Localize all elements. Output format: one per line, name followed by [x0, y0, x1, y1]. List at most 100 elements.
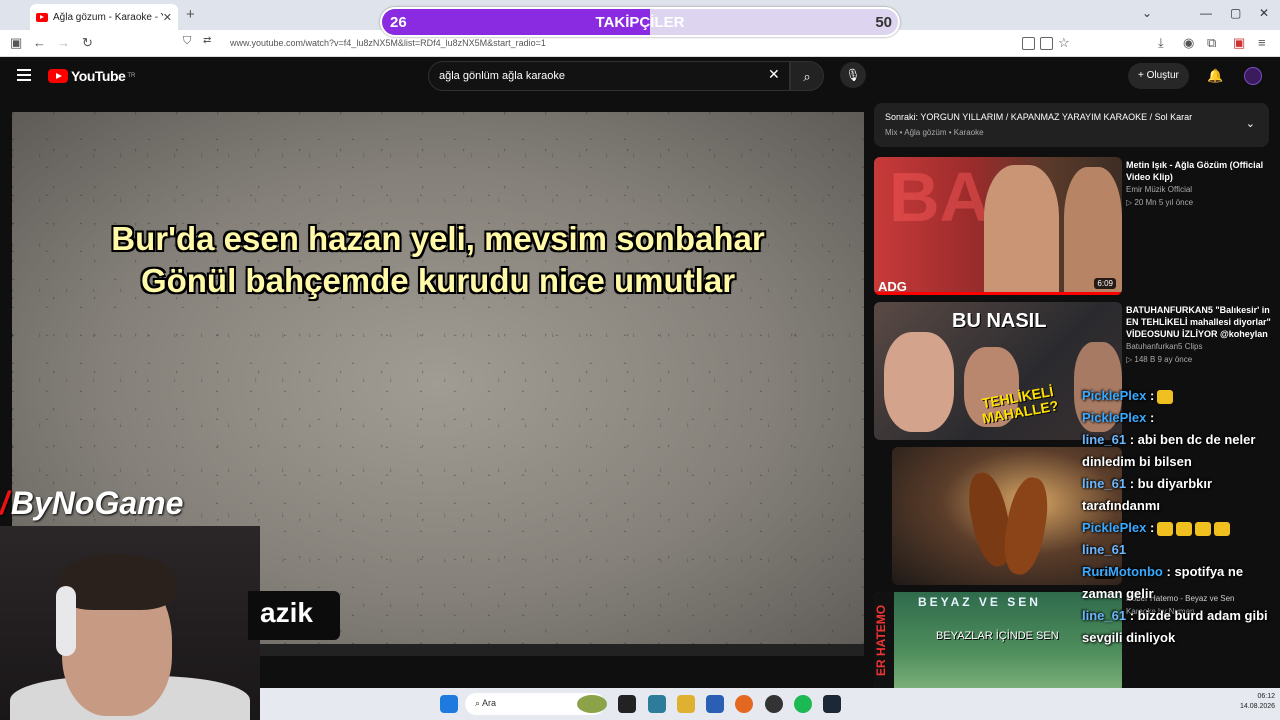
download-icon[interactable]: ⤓: [1158, 35, 1164, 51]
recommendation-info: BATUHANFURKAN5 "Balıkesir' in EN TEHLİKE…: [1126, 304, 1274, 366]
emote-icon: [1195, 521, 1212, 536]
chat-username: line_61: [1082, 432, 1127, 447]
create-label: Oluştur: [1146, 70, 1179, 81]
lyric-line-2: Gönül bahçemde kurudu nice umutlar: [140, 262, 736, 299]
firefox-icon[interactable]: [735, 695, 753, 713]
shield-icon[interactable]: ⛉: [183, 35, 191, 48]
create-button[interactable]: + Oluştur: [1128, 63, 1189, 89]
logo-text: YouTube: [71, 68, 126, 84]
store-icon[interactable]: [706, 695, 724, 713]
start-icon[interactable]: [440, 695, 458, 713]
chat-username: PicklePlex: [1082, 410, 1147, 425]
recommendation-info: Metin Işık - Ağla Gözüm (Official Video …: [1126, 159, 1274, 209]
reader-icon[interactable]: [1040, 37, 1053, 50]
chevron-down-icon[interactable]: ⌄: [1142, 6, 1152, 20]
lower-tag: azik: [248, 591, 340, 640]
new-tab-icon[interactable]: +: [186, 6, 195, 23]
close-window-icon[interactable]: ✕: [1259, 6, 1269, 20]
recommendation-item[interactable]: BA ADG 6:09 Metin Işık - Ağla Gözüm (Off…: [874, 157, 1274, 297]
chat-message: line_61 : abi ben dc de neler dinledim b…: [1082, 429, 1280, 473]
country-code: TR: [127, 73, 136, 79]
app-icon[interactable]: [765, 695, 783, 713]
hamburger-menu-icon[interactable]: [17, 69, 31, 84]
spotify-icon[interactable]: [794, 695, 812, 713]
video-thumbnail[interactable]: BA ADG 6:09: [874, 157, 1122, 295]
picture-icon[interactable]: [1022, 37, 1035, 50]
chat-message: PicklePlex :: [1082, 385, 1280, 407]
thumb-person: [1064, 167, 1122, 295]
chat-message: PicklePlex :: [1082, 407, 1280, 429]
search-button[interactable]: ⌕: [790, 61, 824, 91]
recommendation-title[interactable]: Metin Işık - Ağla Gözüm (Official Video …: [1126, 159, 1274, 183]
tab-title: Ağla gözum - Karaoke - Yo: [53, 11, 163, 23]
duration-badge: 6:09: [1094, 278, 1116, 289]
up-next-subtitle: Mix • Ağla gözüm • Karaoke: [885, 128, 984, 137]
search-input[interactable]: ağla gönlüm ağla karaoke: [428, 61, 790, 91]
tab-view-icon[interactable]: ▣: [10, 35, 22, 51]
thumb-side-text: ER HATEMO: [874, 592, 894, 692]
recommendation-meta: ▷ 148 B 9 ay önce: [1126, 355, 1193, 364]
tab-active[interactable]: Ağla gözum - Karaoke - Yo ✕: [30, 4, 178, 30]
bookmark-star-icon[interactable]: ☆: [1058, 35, 1070, 51]
chat-text: :: [1149, 388, 1155, 403]
expand-chevron-icon[interactable]: ⌄: [1246, 117, 1255, 130]
thumb-text-1: BEYAZ VE SEN: [918, 595, 1041, 609]
back-icon[interactable]: ←: [33, 35, 46, 50]
up-next-panel[interactable]: Sonraki: YORGUN YILLARIM / KAPANMAZ YARA…: [874, 103, 1269, 147]
streamer-brand: /ByNoGame: [0, 485, 183, 522]
webcam-feed: [0, 526, 260, 720]
extension-icon[interactable]: ⧉: [1207, 35, 1216, 51]
addon-badge-icon[interactable]: ▣: [1233, 35, 1245, 51]
lyric-line-1: Bur'da esen hazan yeli, mevsim sonbahar: [111, 220, 765, 257]
thumb-text-1: BU NASIL: [952, 310, 1047, 332]
address-bar[interactable]: www.youtube.com/watch?v=f4_lu8zNX5M&list…: [230, 38, 546, 48]
widgets-icon[interactable]: [648, 695, 666, 713]
thumb-person: [884, 332, 954, 432]
chat-username: PicklePlex: [1082, 388, 1147, 403]
thumb-person: [984, 165, 1059, 295]
voice-search-button[interactable]: 🎙: [840, 62, 866, 88]
clock-date: 14.08.2026: [1240, 703, 1276, 710]
youtube-play-icon: [48, 69, 68, 83]
weather-widget-icon[interactable]: [577, 695, 607, 713]
follower-label: TAKİPÇİLER: [595, 14, 685, 31]
youtube-favicon-icon: [36, 12, 48, 22]
forward-icon[interactable]: →: [57, 35, 70, 50]
thumb-decor: BA: [889, 158, 991, 236]
account-icon[interactable]: ◉: [1183, 35, 1194, 51]
recommendation-title[interactable]: BATUHANFURKAN5 "Balıkesir' in EN TEHLİKE…: [1126, 304, 1274, 340]
clock-time: 06:12: [1257, 693, 1276, 700]
maximize-icon[interactable]: ▢: [1230, 6, 1241, 20]
search-icon: ⌕: [475, 698, 483, 708]
avatar[interactable]: [1244, 67, 1262, 85]
app-menu-icon[interactable]: ≡: [1258, 35, 1266, 50]
steam-icon[interactable]: [823, 695, 841, 713]
permissions-icon[interactable]: ⇄: [203, 35, 211, 46]
chat-text: :: [1149, 410, 1155, 425]
taskbar-search-label: Ara: [482, 698, 497, 708]
chat-username: RuriMotonbo: [1082, 564, 1163, 579]
search-icon: ⌕: [803, 69, 811, 84]
minimize-icon[interactable]: —: [1200, 6, 1212, 20]
youtube-header: YouTube TR ağla gönlüm ağla karaoke ✕ ⌕ …: [0, 57, 1280, 97]
microphone-icon: 🎙: [845, 68, 861, 82]
task-view-icon[interactable]: [618, 695, 636, 713]
recommendation-meta: ▷ 20 Mn 5 yıl önce: [1126, 198, 1194, 207]
notifications-bell-icon[interactable]: 🔔: [1207, 68, 1223, 84]
stream-chat: PicklePlex : PicklePlex : line_61 : abi be…: [1082, 385, 1280, 649]
plus-icon: +: [1138, 70, 1147, 81]
taskbar: ⌕ Ara 06:12 14.08.2026: [260, 688, 1280, 720]
taskbar-clock[interactable]: 06:12 14.08.2026: [1240, 692, 1275, 712]
chat-username: line_61: [1082, 476, 1127, 491]
youtube-logo[interactable]: YouTube TR: [48, 68, 135, 84]
recommendation-channel[interactable]: Emir Müzik Official: [1126, 183, 1274, 196]
recommendation-channel[interactable]: Batuhanfurkan5 Clips: [1126, 340, 1274, 353]
chat-username: PicklePlex: [1082, 520, 1147, 535]
file-explorer-icon[interactable]: [677, 695, 695, 713]
brand-name: ByNoGame: [10, 485, 184, 521]
chat-username: line_61: [1082, 608, 1127, 623]
clear-search-icon[interactable]: ✕: [768, 66, 780, 83]
chat-message: RuriMotonbo : spotifya ne zaman gelir: [1082, 561, 1280, 605]
close-tab-icon[interactable]: ✕: [163, 11, 172, 24]
reload-icon[interactable]: ↻: [82, 35, 93, 51]
